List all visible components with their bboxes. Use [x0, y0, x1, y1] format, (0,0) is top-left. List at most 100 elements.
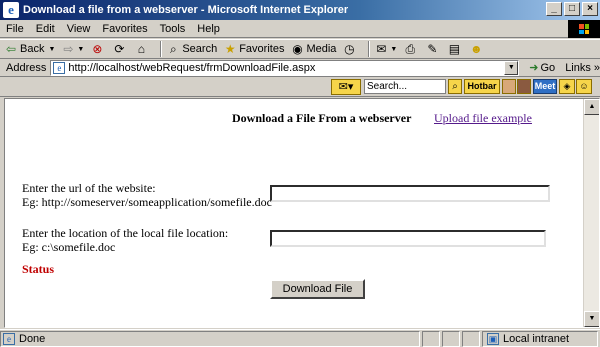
url-input[interactable] [270, 185, 550, 202]
close-button[interactable]: × [582, 2, 598, 16]
edit-icon: ✎ [427, 42, 438, 56]
page-icon: e [53, 61, 66, 74]
toolbar-separator [160, 41, 163, 57]
local-path-label-line2: Eg: c:\somefile.doc [22, 240, 116, 254]
local-path-label: Enter the location of the local file loc… [22, 226, 228, 254]
mail-dropdown-icon[interactable]: ▼ [390, 46, 397, 53]
discuss-button[interactable]: ▤ [447, 42, 463, 56]
toolbar-search-input[interactable]: Search... [364, 79, 446, 94]
menu-tools[interactable]: Tools [154, 23, 192, 35]
home-icon: ⌂ [137, 42, 145, 56]
minimize-button[interactable]: _ [546, 2, 562, 16]
mail-button[interactable]: ✉ ▼ [374, 42, 397, 56]
upload-file-link[interactable]: Upload file example [434, 111, 532, 126]
page-content: Download a File From a webserver Upload … [5, 99, 583, 327]
vertical-scrollbar[interactable]: ▲ ▼ [583, 99, 599, 327]
windows-logo-throbber [568, 20, 600, 38]
url-label-line2: Eg: http://someserver/someapplication/so… [22, 195, 272, 209]
local-path-input[interactable] [270, 230, 546, 247]
url-label-line1: Enter the url of the website: [22, 181, 156, 195]
status-label: Status [22, 262, 55, 276]
favorites-label: Favorites [239, 43, 285, 55]
favorites-icon: ★ [224, 42, 236, 56]
local-path-label-line1: Enter the location of the local file loc… [22, 226, 229, 240]
menu-favorites[interactable]: Favorites [96, 23, 153, 35]
go-arrow-icon: ➜ [529, 62, 539, 74]
intranet-icon: ▣ [487, 332, 499, 345]
status-cell [422, 330, 440, 347]
url-label: Enter the url of the website: Eg: http:/… [22, 181, 272, 209]
address-bar: Address e http://localhost/webRequest/fr… [0, 59, 600, 77]
edit-button[interactable]: ✎ [425, 42, 441, 56]
refresh-button[interactable]: ⟳ [112, 42, 128, 56]
media-icon: ◉ [292, 42, 303, 56]
go-label: Go [540, 61, 556, 74]
menu-bar: File Edit View Favorites Tools Help [0, 20, 600, 38]
print-icon: ⎙ [405, 42, 416, 56]
history-icon: ◷ [344, 42, 355, 56]
messenger-button[interactable]: ☻ [469, 42, 485, 56]
menu-help[interactable]: Help [191, 23, 226, 35]
smiley-toolbar-icon[interactable]: ☺ [576, 79, 592, 94]
security-zone: ▣ Local intranet [482, 330, 598, 347]
favorites-button[interactable]: ★ Favorites [223, 42, 285, 56]
mail-toolbar-button[interactable]: ✉▾ [331, 79, 361, 95]
toolbar-separator [368, 41, 371, 57]
status-cell [462, 330, 480, 347]
refresh-icon: ⟳ [114, 42, 125, 56]
page-done-icon: e [3, 332, 15, 345]
hotbar-button[interactable]: Hotbar [464, 79, 500, 94]
menu-view[interactable]: View [61, 23, 97, 35]
smiley-icon: ☻ [470, 42, 483, 56]
search-icon: ⌕ [169, 42, 177, 56]
media-label: Media [306, 43, 337, 55]
scroll-down-icon[interactable]: ▼ [584, 311, 599, 327]
menu-file[interactable]: File [0, 23, 30, 35]
mail-icon: ✉ [376, 42, 387, 56]
go-button[interactable]: ➜ Go [529, 61, 556, 75]
back-arrow-icon: ⇦ [5, 42, 17, 56]
status-text: Done [19, 332, 46, 345]
back-dropdown-icon[interactable]: ▼ [48, 46, 55, 53]
stop-button[interactable]: ⊗ [90, 42, 106, 56]
address-input[interactable]: e http://localhost/webRequest/frmDownloa… [50, 59, 520, 76]
address-dropdown-icon[interactable]: ▼ [504, 60, 519, 75]
menu-edit[interactable]: Edit [30, 23, 61, 35]
download-file-button[interactable]: Download File [270, 279, 365, 299]
zone-text: Local intranet [503, 332, 570, 345]
toolbar-extras: ◈ ☺ [559, 79, 593, 94]
address-label: Address [6, 61, 47, 74]
window-title: Download a file from a webserver - Micro… [23, 4, 349, 16]
toolbar-search-icon[interactable]: ⌕ [448, 79, 462, 94]
page-heading: Download a File From a webserver [232, 111, 412, 125]
standard-toolbar: ⇦ Back ▼ ⇨ ▼ ⊗ ⟳ ⌂ ⌕ Search ★ Favorites … [0, 39, 600, 59]
window-controls: _ □ × [544, 2, 598, 16]
stop-icon: ⊗ [92, 42, 103, 56]
address-url: http://localhost/webRequest/frmDownloadF… [68, 61, 316, 74]
face-thumbnail-icon[interactable] [517, 79, 531, 94]
status-bar: e Done ▣ Local intranet [0, 329, 600, 347]
forward-dropdown-icon[interactable]: ▼ [77, 46, 84, 53]
media-button[interactable]: ◉ Media [290, 42, 336, 56]
maximize-button[interactable]: □ [564, 2, 580, 16]
home-button[interactable]: ⌂ [134, 42, 150, 56]
links-chevron-icon[interactable]: » [594, 62, 600, 74]
status-cell [442, 330, 460, 347]
internet-explorer-icon: e [3, 2, 19, 18]
scroll-up-icon[interactable]: ▲ [584, 99, 599, 115]
links-button[interactable]: Links [565, 62, 591, 74]
forward-button[interactable]: ⇨ ▼ [61, 42, 84, 56]
face-thumbnail-icon[interactable] [502, 79, 516, 94]
discuss-icon: ▤ [448, 42, 461, 56]
history-button[interactable]: ◷ [342, 42, 358, 56]
meet-button[interactable]: Meet [533, 79, 557, 94]
toolbar-thumbnails [502, 79, 532, 94]
browser-viewport: Download a File From a webserver Upload … [4, 98, 600, 328]
search-label: Search [182, 43, 218, 55]
tag-icon[interactable]: ◈ [559, 79, 575, 94]
search-button[interactable]: ⌕ Search [166, 42, 217, 56]
back-label: Back [20, 43, 45, 55]
back-button[interactable]: ⇦ Back ▼ [4, 42, 55, 56]
print-button[interactable]: ⎙ [403, 42, 419, 56]
secondary-toolbar: ✉▾ Search... ⌕ Hotbar Meet ◈ ☺ [0, 77, 600, 97]
